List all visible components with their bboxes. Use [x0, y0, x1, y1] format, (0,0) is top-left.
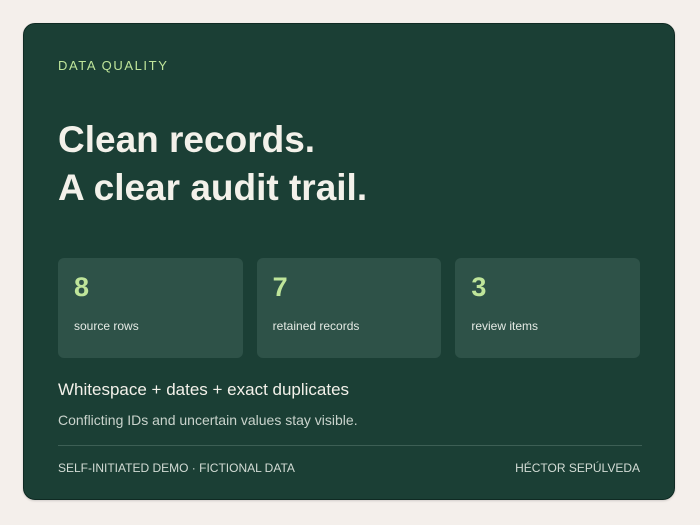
summary-heading: Whitespace + dates + exact duplicates: [58, 380, 350, 399]
eyebrow-label: DATA QUALITY: [58, 58, 169, 73]
stat-value: 8: [74, 272, 90, 302]
stat-label: source rows: [74, 319, 139, 333]
headline-line-2: A clear audit trail.: [58, 167, 368, 208]
headline-line-1: Clean records.: [58, 119, 316, 160]
stat-source-rows: 8 source rows: [58, 258, 243, 358]
stat-value: 7: [272, 272, 288, 302]
footer-credit: SELF-INITIATED DEMO · FICTIONAL DATA: [58, 461, 295, 475]
headline: Clean records. A clear audit trail.: [58, 116, 367, 212]
summary-note: Conflicting IDs and uncertain values sta…: [58, 412, 358, 428]
stat-label: retained records: [272, 319, 360, 333]
stats-row: 8 source rows 7 retained records 3 revie…: [58, 258, 641, 358]
footer-author: HÉCTOR SEPÚLVEDA: [515, 461, 640, 475]
footer-divider: [58, 445, 642, 446]
stat-label: review items: [471, 319, 539, 333]
data-quality-card: DATA QUALITY Clean records. A clear audi…: [23, 23, 675, 500]
stat-review-items: 3 review items: [455, 258, 641, 358]
stat-retained-records: 7 retained records: [256, 258, 442, 358]
stat-value: 3: [471, 272, 487, 302]
